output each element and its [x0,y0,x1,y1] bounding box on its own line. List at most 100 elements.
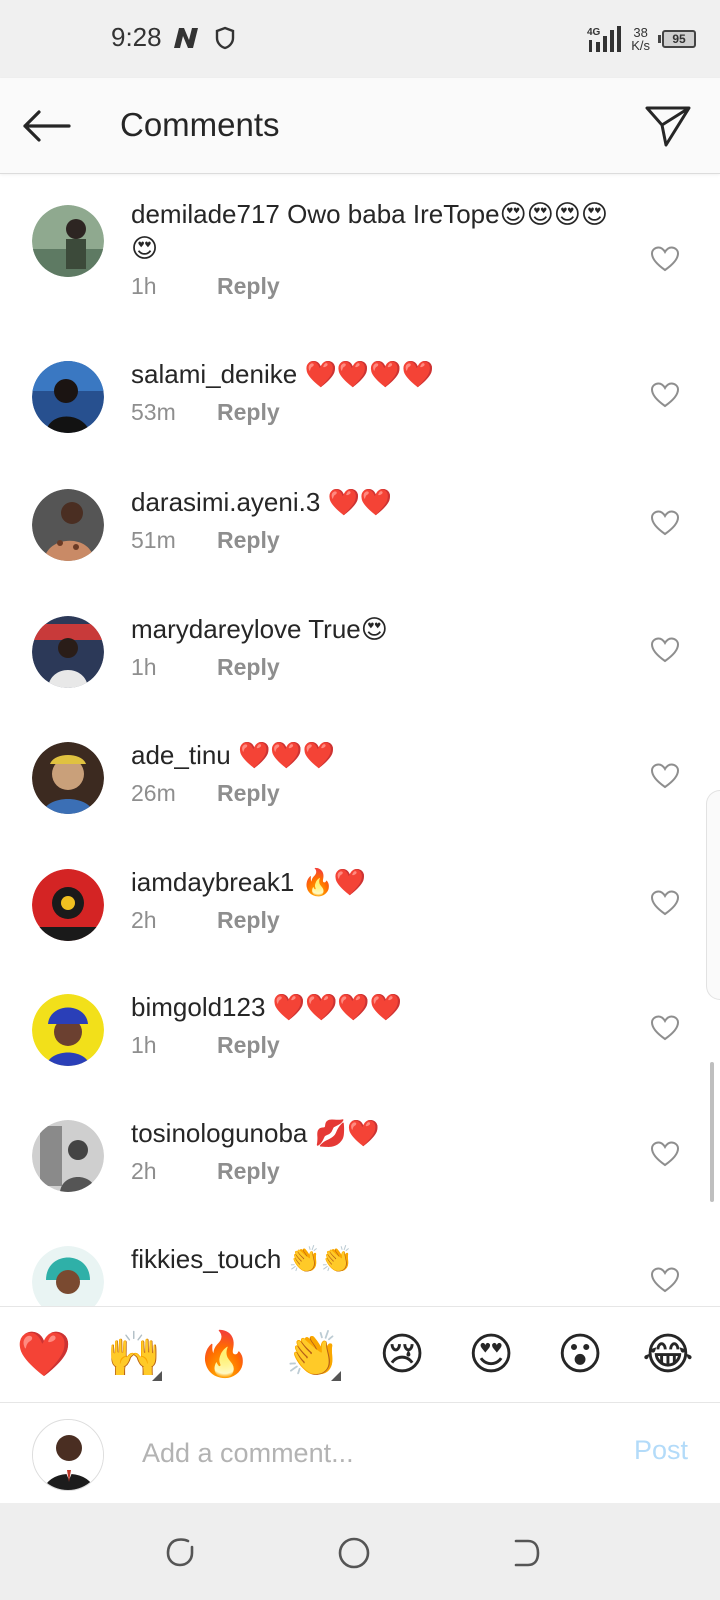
share-button[interactable] [642,100,694,152]
reply-button[interactable]: Reply [217,399,280,426]
heart-icon[interactable] [650,245,680,273]
reaction-clap-button[interactable]: 👏 [283,1325,343,1385]
comment-meta: 1h Reply [131,654,611,681]
battery-icon: 95 [658,30,696,48]
my-avatar [32,1419,104,1491]
comment-time: 26m [131,780,176,806]
reply-button[interactable]: Reply [217,527,280,554]
reaction-raised-hands-button[interactable]: 🙌 [104,1325,164,1385]
post-button[interactable]: Post [634,1435,688,1466]
avatar[interactable] [32,1246,104,1306]
comment-text: tosinologunoba 💋❤️ [131,1116,611,1150]
comment-content: 💋❤️ [307,1118,380,1148]
comment-meta: 26m Reply [131,780,611,807]
comment-time: 1h [131,273,157,299]
reaction-crying-button[interactable]: 😢 [372,1325,432,1385]
avatar[interactable] [32,616,104,688]
comment-composer: Post [0,1403,720,1503]
avatar[interactable] [32,205,104,277]
comment-text: salami_denike ❤️❤️❤️❤️ [131,357,611,391]
comment-body: salami_denike ❤️❤️❤️❤️ 53m Reply [131,357,611,426]
comment-list[interactable]: demilade717 Owo baba IreTope😍😍😍😍😍 1h Repl… [0,175,720,1306]
comment-time: 53m [131,399,176,425]
comment-meta: 53m Reply [131,399,611,426]
comment-body: demilade717 Owo baba IreTope😍😍😍😍😍 1h Repl… [131,197,611,300]
comment-text: demilade717 Owo baba IreTope😍😍😍😍😍 [131,197,611,265]
comment-username[interactable]: darasimi.ayeni.3 [131,487,320,517]
reply-button[interactable]: Reply [217,907,280,934]
comment-body: tosinologunoba 💋❤️ 2h Reply [131,1116,611,1185]
reply-button[interactable]: Reply [217,654,280,681]
comment-input[interactable] [142,1431,602,1475]
comment-body: bimgold123 ❤️❤️❤️❤️ 1h Reply [131,990,611,1059]
avatar[interactable] [32,994,104,1066]
comment-body: ade_tinu ❤️❤️❤️ 26m Reply [131,738,611,807]
battery-level: 95 [662,30,696,48]
edge-panel-handle[interactable] [706,790,720,1000]
scrollbar[interactable] [710,1062,714,1202]
comment-body: iamdaybreak1 🔥❤️ 2h Reply [131,865,611,934]
heart-icon[interactable] [650,762,680,790]
comment-username[interactable]: demilade717 [131,199,280,229]
recent-apps-button[interactable] [160,1533,200,1573]
avatar[interactable] [32,1120,104,1192]
comment-username[interactable]: ade_tinu [131,740,231,770]
more-variants-icon [331,1371,341,1381]
comment-content: 👏👏 [281,1244,354,1274]
heart-icon[interactable] [650,1266,680,1294]
reaction-heart-eyes-button[interactable]: 😍 [461,1325,521,1385]
comment-time: 1h [131,1032,157,1058]
comment-text: ade_tinu ❤️❤️❤️ [131,738,611,772]
heart-icon[interactable] [650,1014,680,1042]
heart-icon[interactable] [650,1140,680,1168]
reaction-surprised-button[interactable]: 😮 [550,1325,610,1385]
avatar[interactable] [32,869,104,941]
heart-icon[interactable] [650,889,680,917]
paper-plane-icon [645,106,691,147]
reply-button[interactable]: Reply [217,273,280,300]
reply-button[interactable]: Reply [217,780,280,807]
comment-meta: 2h Reply [131,1158,611,1185]
header: Comments [0,78,720,174]
comment-text: darasimi.ayeni.3 ❤️❤️ [131,485,611,519]
comment-content: 🔥❤️ [294,867,367,897]
comment-text: marydareylove True😍 [131,612,611,646]
comment-text: bimgold123 ❤️❤️❤️❤️ [131,990,611,1024]
comment-body: darasimi.ayeni.3 ❤️❤️ 51m Reply [131,485,611,554]
comment-username[interactable]: iamdaybreak1 [131,867,294,897]
reply-button[interactable]: Reply [217,1032,280,1059]
status-time: 9:28 [111,22,162,52]
comment-username[interactable]: marydareylove [131,614,302,644]
comment-content: ❤️❤️ [320,487,393,517]
heart-icon[interactable] [650,636,680,664]
comment-username[interactable]: fikkies_touch [131,1244,281,1274]
comment-username[interactable]: salami_denike [131,359,297,389]
reaction-heart-button[interactable]: ❤️ [14,1325,74,1385]
comment-content: ❤️❤️❤️❤️ [297,359,434,389]
comment-meta: 1h Reply [131,1032,611,1059]
more-variants-icon [152,1371,162,1381]
avatar[interactable] [32,361,104,433]
reaction-fire-button[interactable]: 🔥 [194,1325,254,1385]
home-button[interactable] [334,1533,374,1573]
comment-username[interactable]: bimgold123 [131,992,265,1022]
n-app-icon [174,28,198,48]
reaction-laughing-button[interactable]: 😂 [638,1325,698,1385]
heart-icon[interactable] [650,509,680,537]
page-title: Comments [120,106,280,143]
comment-content: ❤️❤️❤️ [230,740,336,770]
comment-meta: 1h Reply [131,273,611,300]
comment-time: 2h [131,1158,157,1184]
avatar[interactable] [32,489,104,561]
heart-icon[interactable] [650,381,680,409]
shield-icon [215,26,235,50]
avatar[interactable] [32,742,104,814]
speed-unit: K/s [631,38,650,53]
reply-button[interactable]: Reply [217,1158,280,1185]
comment-username[interactable]: tosinologunoba [131,1118,307,1148]
back-nav-button[interactable] [506,1533,546,1573]
network-type-label: 4G [587,27,601,38]
arrow-left-icon [23,110,71,142]
comment-time: 1h [131,654,157,680]
back-button[interactable] [20,102,72,150]
